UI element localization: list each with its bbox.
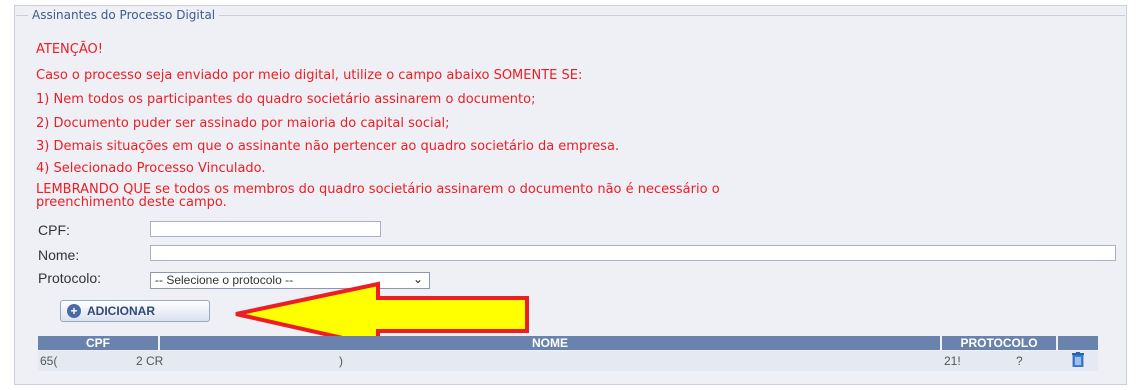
warning-heading: ATENÇÃO! xyxy=(36,42,103,57)
warning-item-1: 1) Nem todos os participantes do quadro … xyxy=(36,92,536,107)
row-nome-tail: ) xyxy=(339,354,343,368)
column-header-nome: NOME xyxy=(160,336,940,350)
row-cpf: 65( xyxy=(40,354,58,368)
trash-icon[interactable] xyxy=(1071,352,1085,367)
table-row xyxy=(38,351,1098,371)
column-header-protocolo: PROTOCOLO xyxy=(942,336,1056,350)
plus-icon: + xyxy=(67,304,81,318)
protocolo-label: Protocolo: xyxy=(38,270,102,286)
row-protocolo-tail: ? xyxy=(1016,354,1023,368)
warning-intro: Caso o processo seja enviado por meio di… xyxy=(36,68,583,83)
column-header-actions xyxy=(1058,336,1098,350)
warning-reminder-line2: preenchimento deste campo. xyxy=(36,195,227,210)
cpf-input[interactable] xyxy=(150,221,381,237)
row-cpf-tail: 2 xyxy=(136,354,143,368)
warning-item-4: 4) Selecionado Processo Vinculado. xyxy=(36,161,266,176)
cpf-label: CPF: xyxy=(38,222,70,238)
column-header-cpf: CPF xyxy=(38,336,158,350)
warning-item-2: 2) Documento puder ser assinado por maio… xyxy=(36,116,450,131)
protocolo-select[interactable]: -- Selecione o protocolo -- ⌄ xyxy=(150,272,430,289)
protocolo-select-value: -- Selecione o protocolo -- xyxy=(155,273,294,287)
row-protocolo: 21! xyxy=(944,354,961,368)
nome-label: Nome: xyxy=(38,247,80,263)
add-button-label: ADICIONAR xyxy=(87,304,155,318)
fieldset-legend: Assinantes do Processo Digital xyxy=(28,8,220,22)
chevron-down-icon: ⌄ xyxy=(412,272,423,286)
nome-input[interactable] xyxy=(150,245,1116,261)
add-button[interactable]: + ADICIONAR xyxy=(60,300,210,322)
row-nome: CR xyxy=(146,354,164,368)
warning-item-3: 3) Demais situações em que o assinante n… xyxy=(36,139,620,154)
